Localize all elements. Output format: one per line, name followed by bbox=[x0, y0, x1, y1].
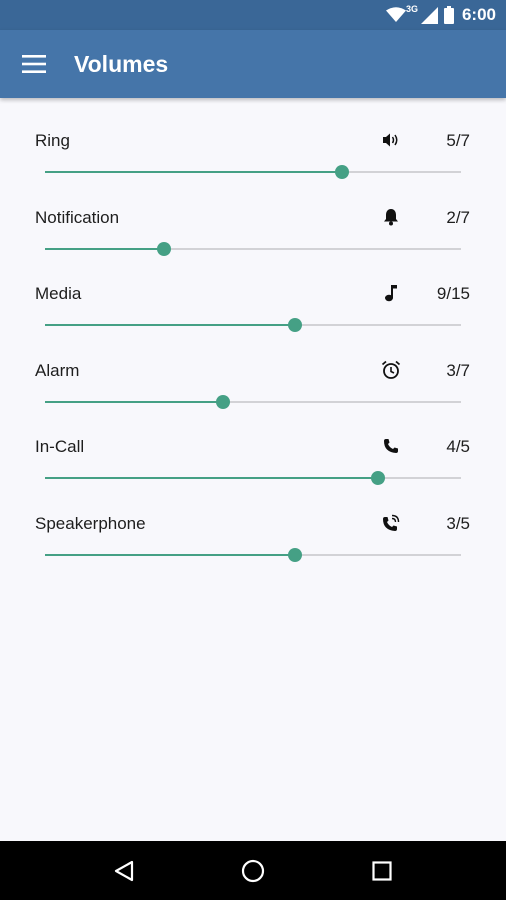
menu-button[interactable] bbox=[0, 30, 70, 98]
volume-row-ring: Ring 5/7 bbox=[0, 98, 506, 179]
home-icon bbox=[241, 859, 265, 882]
volume-row-media: Media 9/15 bbox=[0, 251, 506, 332]
volume-value: 4/5 bbox=[446, 437, 470, 456]
volume-value: 3/5 bbox=[446, 513, 470, 533]
speakerphone-volume-slider[interactable] bbox=[45, 547, 461, 562]
volume-label: In-Call bbox=[35, 437, 85, 456]
volume-row-notification: Notification 2/7 bbox=[0, 175, 506, 256]
volume-row-speakerphone: Speakerphone 3/5 bbox=[0, 481, 506, 562]
slider-fill bbox=[45, 324, 295, 326]
volume-value: 9/15 bbox=[436, 284, 470, 303]
status-time: 6:00 bbox=[461, 5, 496, 24]
alarm-clock-icon bbox=[380, 359, 402, 381]
navigation-bar bbox=[0, 841, 506, 900]
volume-value: 2/7 bbox=[446, 207, 470, 227]
recents-button[interactable] bbox=[352, 841, 412, 900]
phone-in-talk-icon bbox=[380, 512, 402, 534]
slider-thumb[interactable] bbox=[287, 547, 302, 562]
network-type-label: 3G bbox=[405, 4, 418, 14]
page-title: Volumes bbox=[74, 50, 169, 77]
recents-icon bbox=[372, 860, 392, 881]
slider-fill bbox=[45, 400, 224, 403]
slider-fill bbox=[45, 477, 378, 479]
back-icon bbox=[115, 860, 134, 881]
phone-icon bbox=[380, 435, 402, 457]
volume-label: Alarm bbox=[35, 360, 80, 380]
back-button[interactable] bbox=[94, 841, 154, 900]
status-bar: 3G 6:00 bbox=[0, 0, 506, 30]
battery-icon bbox=[443, 6, 454, 24]
slider-fill bbox=[45, 171, 343, 173]
volume-label: Ring bbox=[35, 131, 70, 150]
volume-label: Notification bbox=[35, 207, 120, 227]
home-button[interactable] bbox=[223, 841, 283, 900]
volume-row-in-call: In-Call 4/5 bbox=[0, 404, 506, 485]
volume-label: Media bbox=[35, 284, 82, 303]
slider-fill bbox=[45, 247, 164, 250]
volume-value: 3/7 bbox=[446, 360, 470, 380]
volume-list: Ring 5/7 Notification 2/7 Media 9/15 Ala… bbox=[0, 98, 506, 841]
music-note-icon bbox=[380, 282, 402, 304]
cell-signal-icon bbox=[420, 6, 438, 24]
wifi-icon bbox=[385, 7, 406, 23]
bell-icon bbox=[380, 206, 402, 228]
speaker-icon bbox=[380, 129, 402, 151]
menu-icon bbox=[22, 55, 46, 73]
volume-label: Speakerphone bbox=[35, 513, 146, 533]
app-bar: Volumes bbox=[0, 30, 506, 98]
volume-value: 5/7 bbox=[446, 131, 470, 150]
slider-fill bbox=[45, 553, 295, 556]
volume-row-alarm: Alarm 3/7 bbox=[0, 328, 506, 409]
